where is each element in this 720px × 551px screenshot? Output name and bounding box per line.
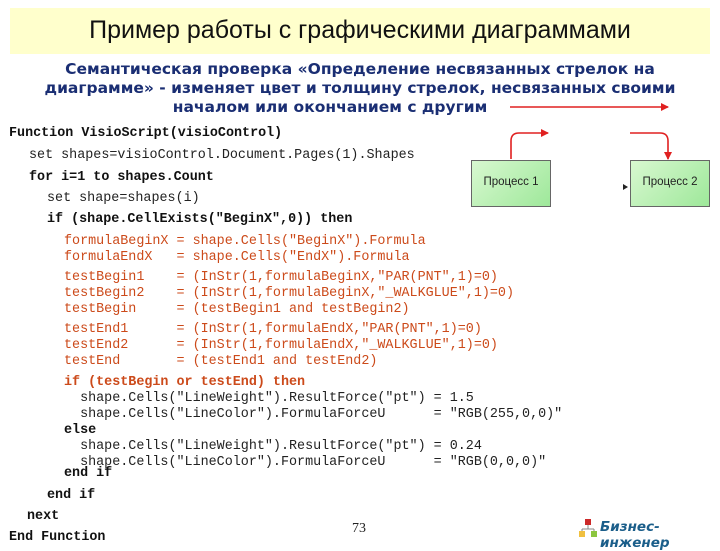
page-number: 73 [352,521,366,536]
code-line: next [27,509,60,524]
code-line: End Function [9,530,106,545]
code-line: Function VisioScript(visioControl) [9,126,283,141]
arrow-to-process-2 [630,132,672,160]
code-line: shape.Cells("LineWeight").ResultForce("p… [64,391,474,406]
code-line: testBegin = (testBegin1 and testBegin2) [64,302,410,317]
code-line: formulaEndX = shape.Cells("EndX").Formul… [64,250,410,265]
code-line: end if [64,466,113,481]
logo-text: Бизнес-инженер [600,519,670,551]
code-line: for i=1 to shapes.Count [29,170,214,185]
code-line: else [64,423,97,438]
process-1-label: Процесс 1 [483,176,539,188]
code-line: testEnd1 = (InStr(1,formulaEndX,"PAR(PNT… [64,322,482,337]
code-line: formulaBeginX = shape.Cells("BeginX").Fo… [64,234,426,249]
code-line: testBegin1 = (InStr(1,formulaBeginX,"PAR… [64,270,498,285]
code-line: set shapes=visioControl.Document.Pages(1… [29,148,415,163]
code-line: if (testBegin or testEnd) then [64,375,306,390]
process-1-box[interactable]: Процесс 1 [471,160,551,207]
arrow-from-process-1 [510,129,549,159]
connection-point-icon [623,184,628,190]
code-line: shape.Cells("LineColor").FormulaForceU =… [64,407,563,422]
logo-icon [579,519,597,537]
code-line: shape.Cells("LineColor").FormulaForceU =… [64,455,547,470]
code-line: testEnd = (testEnd1 and testEnd2) [64,354,378,369]
process-2-label: Процесс 2 [642,176,698,188]
code-line: end if [47,488,96,503]
code-line: testEnd2 = (InStr(1,formulaEndX,"_WALKGL… [64,338,498,353]
logo: Бизнес-инженер [578,518,718,551]
code-line: if (shape.CellExists("BeginX",0)) then [47,212,353,227]
code-line: set shape=shapes(i) [47,191,200,206]
code-line: shape.Cells("LineWeight").ResultForce("p… [64,439,482,454]
process-2-box[interactable]: Процесс 2 [630,160,710,207]
code-line: testBegin2 = (InStr(1,formulaBeginX,"_WA… [64,286,514,301]
